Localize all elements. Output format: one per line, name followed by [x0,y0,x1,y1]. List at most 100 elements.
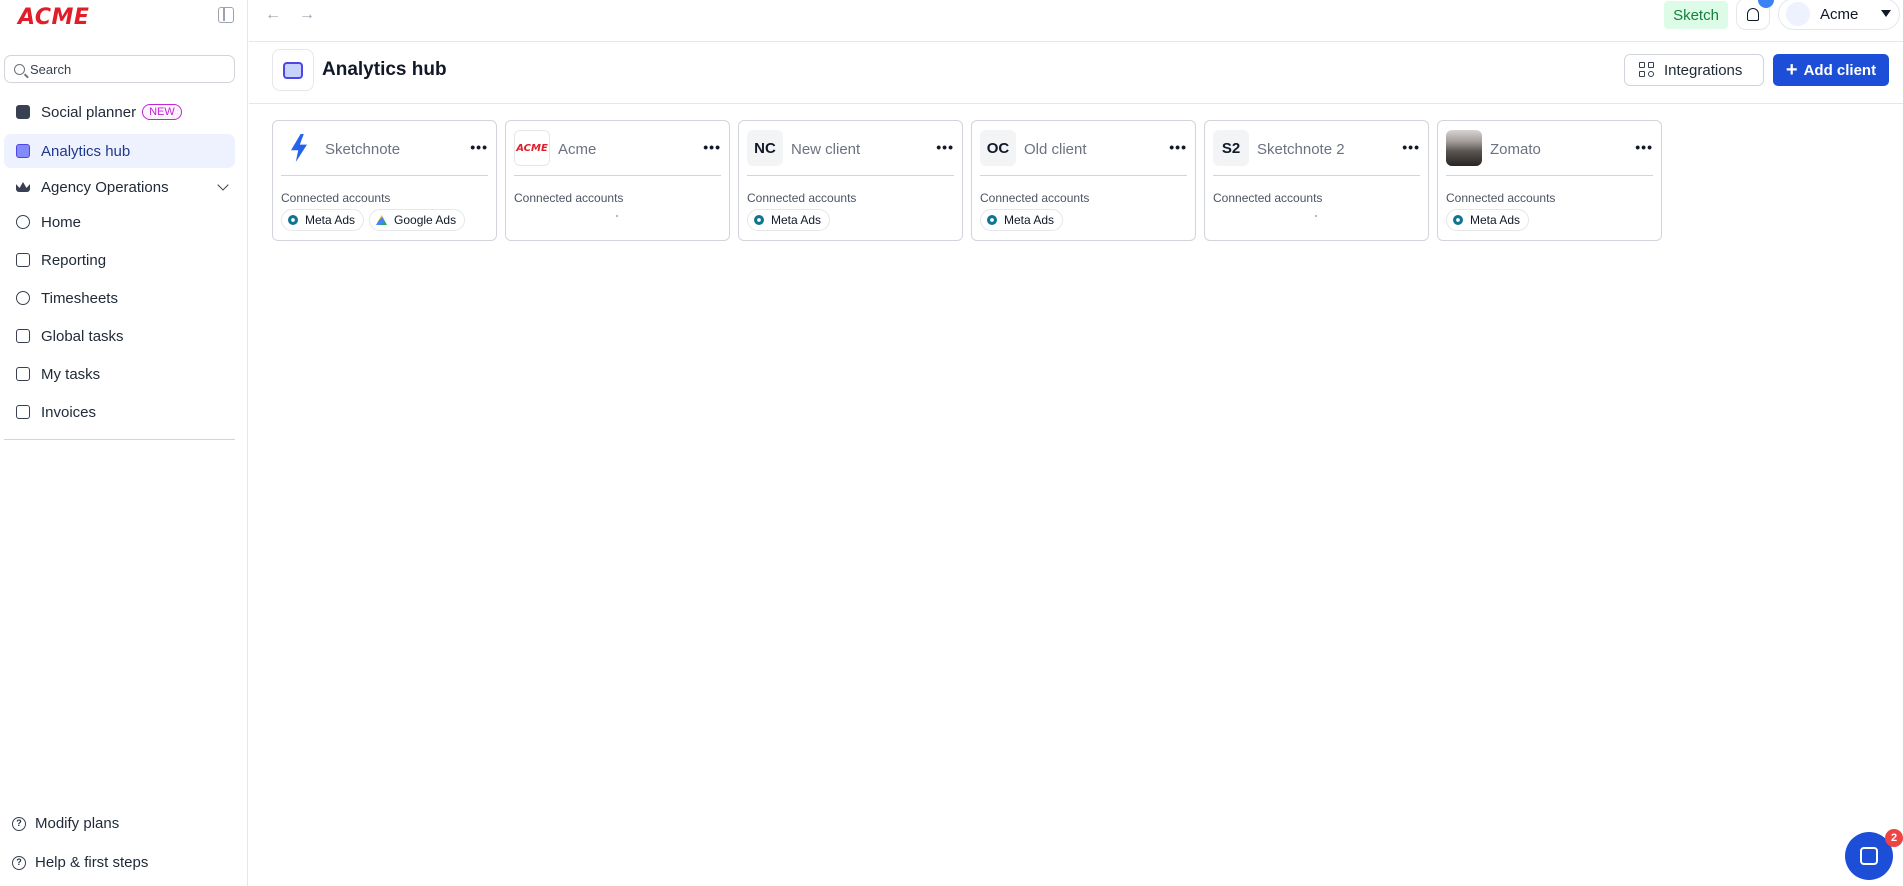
invoice-icon [16,405,30,419]
chip-label: Google Ads [394,213,457,227]
chip-label: Meta Ads [1004,213,1055,227]
footer-item-label: Help & first steps [35,854,149,871]
sidebar-item-label: Social planner [41,103,137,121]
client-card-zomato[interactable]: Zomato ••• Connected accounts Meta Ads [1437,120,1662,241]
meta-ads-chip[interactable]: Meta Ads [1446,209,1530,231]
chat-unread-badge: 2 [1885,829,1903,847]
acme-client-logo: ACME [514,130,550,166]
sidebar-item-label: Invoices [41,403,97,421]
meta-ads-icon [1453,215,1463,225]
more-options-icon[interactable]: ••• [703,139,721,155]
sidebar-item-label: Timesheets [41,289,118,307]
account-menu[interactable]: Acme [1778,0,1900,30]
modify-plans-link[interactable]: ? Modify plans [12,815,119,832]
client-initials-avatar: S2 [1213,130,1249,166]
bell-icon [1747,7,1759,21]
search-placeholder: Search [30,61,72,77]
client-card-sketchnote-2[interactable]: S2 Sketchnote 2 ••• Connected accounts [1204,120,1429,241]
client-name: Acme [558,141,597,158]
plus-icon: + [1785,59,1798,81]
loading-indicator [1315,215,1317,217]
search-input[interactable]: Search [4,55,235,83]
integrations-button[interactable]: Integrations [1624,54,1764,86]
client-name: Sketchnote [325,141,401,158]
chat-icon [1860,847,1878,865]
sidebar-divider [4,439,235,440]
footer-item-label: Modify plans [35,815,120,832]
chevron-down-icon [217,179,229,191]
more-options-icon[interactable]: ••• [1635,139,1653,155]
client-name: New client [791,141,861,158]
card-divider [281,175,488,176]
meta-ads-icon [987,215,997,225]
meta-ads-chip[interactable]: Meta Ads [980,209,1064,231]
sidebar-item-home[interactable]: Home [4,205,235,239]
clock-icon [16,291,30,305]
search-icon [14,63,25,75]
card-divider [747,175,954,176]
meta-ads-icon [754,215,764,225]
sidebar-item-global-tasks[interactable]: Global tasks [4,319,235,353]
sidebar-item-label: Reporting [41,251,107,269]
sidebar-item-reporting[interactable]: Reporting [4,243,235,277]
caret-down-icon [1881,10,1891,17]
google-ads-chip[interactable]: Google Ads [369,209,466,231]
card-divider [1213,175,1420,176]
connected-accounts-label: Connected accounts [1446,191,1556,205]
sidebar-item-my-tasks[interactable]: My tasks [4,357,235,391]
client-initials-avatar: OC [980,130,1016,166]
sidebar-item-agency-operations[interactable]: Agency Operations [4,170,235,204]
sidebar-item-invoices[interactable]: Invoices [4,395,235,429]
page-title: Analytics hub [322,59,447,80]
chip-label: Meta Ads [305,213,356,227]
more-options-icon[interactable]: ••• [1402,139,1420,155]
add-client-button[interactable]: + Add client [1773,54,1889,86]
meta-ads-icon [288,215,298,225]
connected-accounts-label: Connected accounts [1213,191,1323,205]
help-icon: ? [12,816,26,831]
meta-ads-chip[interactable]: Meta Ads [747,209,831,231]
page-header: Analytics hub Integrations + Add client [249,42,1903,104]
client-name: Old client [1024,141,1087,158]
checklist-icon [16,367,30,381]
back-arrow-icon[interactable]: ← [265,6,281,24]
sidebar-item-timesheets[interactable]: Timesheets [4,281,235,315]
sidebar-item-label: Home [41,213,82,231]
analytics-hub-icon [272,49,314,91]
sidebar-item-label: Analytics hub [41,142,131,160]
sidebar-item-social-planner[interactable]: Social planner NEW [4,95,235,129]
acme-logo[interactable]: ACME [18,5,89,30]
loading-indicator [616,215,618,217]
client-card-sketchnote[interactable]: Sketchnote ••• Connected accounts Meta A… [272,120,497,241]
help-icon: ? [12,855,26,870]
sidebar-item-analytics-hub[interactable]: Analytics hub [4,134,235,168]
analytics-icon [16,144,30,158]
client-card-acme[interactable]: ACME Acme ••• Connected accounts [505,120,730,241]
sidebar-item-label: Global tasks [41,327,124,345]
meta-ads-chip[interactable]: Meta Ads [281,209,365,231]
more-options-icon[interactable]: ••• [1169,139,1187,155]
sketchnote-logo [281,130,317,166]
sidebar-collapse-icon[interactable] [218,7,234,23]
more-options-icon[interactable]: ••• [936,139,954,155]
forward-arrow-icon[interactable]: → [299,6,315,24]
help-first-steps-link[interactable]: ? Help & first steps [12,854,148,871]
card-divider [980,175,1187,176]
client-card-new-client[interactable]: NC New client ••• Connected accounts Met… [738,120,963,241]
integrations-icon [1639,62,1655,78]
calendar-icon [16,105,30,119]
more-options-icon[interactable]: ••• [470,139,488,155]
workspace-tag[interactable]: Sketch [1664,1,1728,29]
add-client-label: Add client [1803,61,1877,79]
sidebar-item-label: My tasks [41,365,101,383]
crown-icon [16,182,30,192]
top-bar: ← → [249,0,1903,42]
client-initials-avatar: NC [747,130,783,166]
sidebar: ACME Search Social planner NEW Analytics… [0,0,248,886]
avatar [1786,2,1810,26]
client-card-old-client[interactable]: OC Old client ••• Connected accounts Met… [971,120,1196,241]
client-name: Zomato [1490,141,1541,158]
connected-accounts-label: Connected accounts [747,191,857,205]
account-name: Acme [1820,5,1859,23]
card-divider [1446,175,1653,176]
